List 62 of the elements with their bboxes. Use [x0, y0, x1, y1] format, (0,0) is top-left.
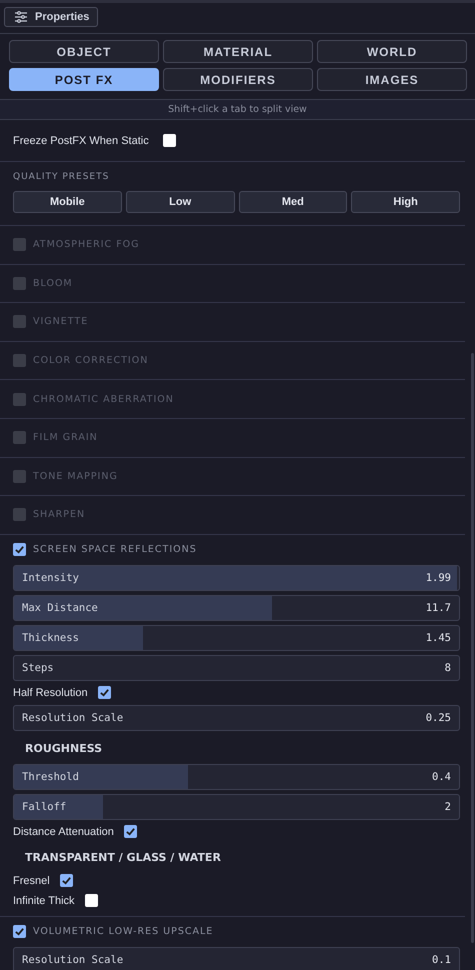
checkbox[interactable] — [13, 276, 26, 290]
checkbox[interactable] — [13, 238, 26, 252]
checkbox-label: Distance Attenuation — [13, 826, 114, 838]
checkbox[interactable] — [60, 874, 73, 888]
section-title: FILM GRAIN — [33, 432, 98, 444]
preset-button[interactable]: Med — [238, 191, 348, 213]
slider-value: 2 — [444, 800, 451, 813]
section-title: ATMOSPHERIC FOG — [33, 239, 140, 250]
checkbox[interactable] — [13, 431, 26, 444]
tab[interactable]: IMAGES — [317, 68, 467, 91]
hint-text: Shift+click a tab to split view — [0, 100, 475, 120]
slider-label: Thickness — [22, 632, 79, 644]
checkbox[interactable] — [13, 315, 26, 328]
tab[interactable]: MODIFIERS — [163, 68, 313, 91]
section-title: BLOOM — [33, 278, 73, 289]
scrollbar[interactable] — [471, 353, 474, 943]
slider[interactable]: Threshold 0.4 — [13, 764, 460, 790]
slider-label: Threshold — [22, 770, 79, 783]
checkbox[interactable] — [13, 925, 26, 938]
slider[interactable]: Intensity 1.99 — [13, 564, 460, 591]
slider[interactable]: Max Distance 11.7 — [13, 594, 460, 621]
checkbox-label: Half Resolution — [13, 686, 88, 699]
slider-label: Falloff — [22, 800, 66, 813]
preset-button[interactable]: High — [351, 191, 460, 213]
slider-label: Intensity — [22, 572, 79, 584]
properties-button[interactable]: Properties — [4, 7, 98, 27]
tab[interactable]: MATERIAL — [163, 40, 313, 63]
slider[interactable]: Falloff 2 — [13, 794, 460, 820]
section-title: SHARPEN — [33, 509, 86, 520]
slider-label: Max Distance — [22, 602, 98, 614]
tab[interactable]: WORLD — [317, 40, 467, 63]
section-title: CHROMATIC ABERRATION — [33, 394, 174, 405]
section-title: TONE MAPPING — [33, 470, 118, 482]
section-title: SCREEN SPACE REFLECTIONS — [33, 544, 197, 556]
sliders-icon — [14, 11, 28, 23]
group-heading: ROUGHNESS — [24, 740, 104, 757]
checkbox[interactable] — [13, 543, 26, 556]
checkbox[interactable] — [13, 354, 26, 368]
checkbox[interactable] — [13, 470, 26, 483]
checkbox[interactable] — [124, 825, 137, 838]
checkbox[interactable] — [98, 686, 111, 700]
section-title: COLOR CORRECTION — [33, 355, 148, 366]
checkbox-label: Infinite Thick — [13, 894, 75, 907]
checkbox-label: Fresnel — [13, 874, 50, 887]
checkbox[interactable] — [13, 508, 26, 522]
slider-value: 1.99 — [426, 572, 451, 584]
tab[interactable]: POST FX — [9, 68, 159, 91]
checkbox-label: Freeze PostFX When Static — [13, 134, 149, 146]
slider-value: 1.45 — [426, 632, 451, 644]
preset-button[interactable]: Mobile — [13, 191, 122, 213]
slider-value: 0.4 — [432, 770, 451, 783]
preset-button[interactable]: Low — [126, 191, 234, 213]
section-title: VOLUMETRIC LOW-RES UPSCALE — [33, 926, 214, 938]
section-title: VIGNETTE — [33, 316, 88, 328]
checkbox[interactable] — [162, 134, 176, 147]
tab[interactable]: OBJECT — [9, 40, 159, 63]
slider-value: 11.7 — [426, 602, 451, 614]
section-label: QUALITY PRESETS — [13, 172, 110, 182]
group-heading: TRANSPARENT / GLASS / WATER — [24, 850, 222, 866]
checkbox[interactable] — [84, 894, 98, 908]
checkbox[interactable] — [13, 392, 26, 406]
slider[interactable]: Thickness 1.45 — [13, 624, 460, 651]
